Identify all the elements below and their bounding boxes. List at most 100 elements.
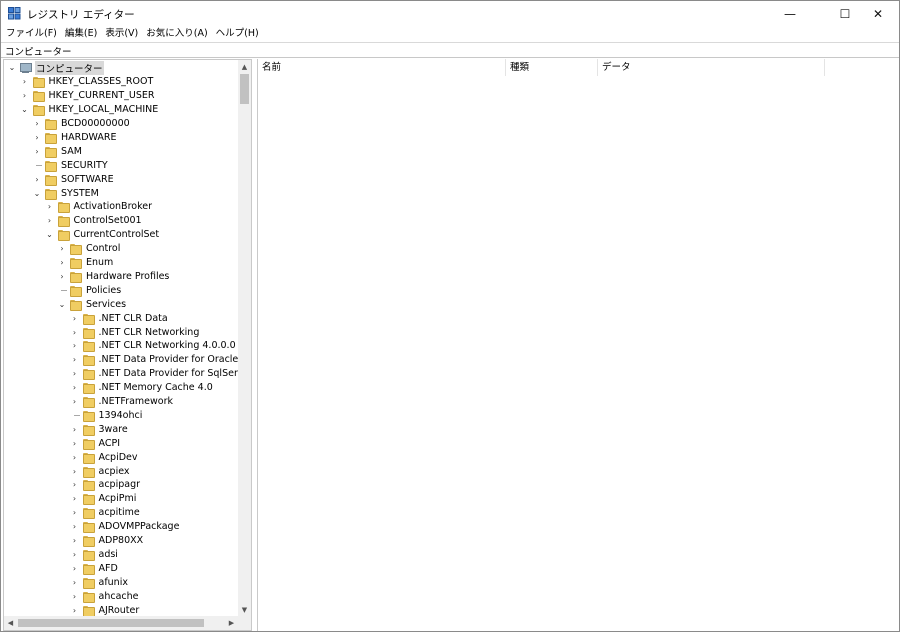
tree-node[interactable]: › Control	[56, 242, 121, 256]
chevron-right-icon[interactable]: ›	[69, 423, 81, 435]
tree-node[interactable]: › HARDWARE	[31, 131, 118, 145]
column-header-type[interactable]: 種類	[506, 59, 598, 76]
tree-node[interactable]: › adsi	[69, 548, 119, 562]
menu-favorites[interactable]: お気に入り(A)	[142, 27, 211, 42]
tree-node[interactable]: › ADP80XX	[69, 534, 145, 548]
chevron-right-icon[interactable]: ›	[69, 548, 81, 560]
menu-edit[interactable]: 編集(E)	[61, 27, 101, 42]
tree-node[interactable]: ⌄ CurrentControlSet	[44, 228, 161, 242]
scroll-left-icon[interactable]: ◀	[4, 616, 17, 630]
tree-node[interactable]: ⌄ SYSTEM	[31, 186, 100, 200]
chevron-right-icon[interactable]: ›	[31, 131, 43, 143]
tree-node[interactable]: ⌄ コンピューター	[6, 60, 104, 75]
tree-node[interactable]: ⌄ HKEY_LOCAL_MACHINE	[19, 103, 160, 117]
tree-node[interactable]: › HKEY_CLASSES_ROOT	[19, 75, 155, 89]
tree-node[interactable]: › .NETFramework	[69, 395, 175, 409]
tree-node[interactable]: › Enum	[56, 256, 114, 270]
chevron-right-icon[interactable]: ›	[69, 535, 81, 547]
scroll-up-icon[interactable]: ▲	[238, 60, 251, 73]
scroll-right-icon[interactable]: ▶	[225, 616, 238, 630]
chevron-right-icon[interactable]: ›	[69, 507, 81, 519]
tree-node[interactable]: › acpitime	[69, 506, 141, 520]
tree-node[interactable]: › AFD	[69, 561, 119, 575]
chevron-right-icon[interactable]: ›	[31, 118, 43, 130]
address-path[interactable]: コンピューター	[5, 44, 72, 58]
tree-node[interactable]: › .NET Memory Cache 4.0	[69, 381, 214, 395]
chevron-right-icon[interactable]: ›	[69, 465, 81, 477]
tree-node[interactable]: › acpiex	[69, 464, 131, 478]
tree-node[interactable]: › BCD00000000	[31, 117, 131, 131]
tree-node[interactable]: › acpipagr	[69, 478, 142, 492]
tree-node[interactable]: › Hardware Profiles	[56, 270, 170, 284]
chevron-right-icon[interactable]: ›	[69, 451, 81, 463]
chevron-down-icon[interactable]: ⌄	[44, 229, 56, 241]
chevron-right-icon[interactable]: ›	[69, 396, 81, 408]
key-tree-pane[interactable]: ⌄ コンピューター › HKEY_CLASSES_ROOT › HKEY_CURRENT_…	[3, 59, 252, 631]
chevron-right-icon[interactable]: ›	[69, 312, 81, 324]
chevron-right-icon[interactable]: ›	[31, 173, 43, 185]
chevron-right-icon[interactable]: ›	[56, 270, 68, 282]
tree-node[interactable]: ⌄ Services	[56, 297, 127, 311]
column-header-data[interactable]: データ	[598, 59, 825, 76]
chevron-down-icon[interactable]: ⌄	[19, 104, 31, 116]
chevron-right-icon[interactable]: ›	[69, 493, 81, 505]
chevron-right-icon[interactable]: ›	[56, 243, 68, 255]
chevron-right-icon[interactable]: ›	[69, 521, 81, 533]
chevron-down-icon[interactable]: ⌄	[31, 187, 43, 199]
chevron-down-icon[interactable]: ⌄	[6, 62, 18, 74]
chevron-right-icon[interactable]: ›	[56, 257, 68, 269]
chevron-right-icon[interactable]: ›	[19, 76, 31, 88]
tree-node[interactable]: 1394ohci	[69, 409, 144, 423]
chevron-right-icon[interactable]: ›	[19, 90, 31, 102]
menu-file[interactable]: ファイル(F)	[1, 27, 61, 42]
close-button[interactable]: ✕	[856, 1, 899, 27]
tree-node[interactable]: › ActivationBroker	[44, 200, 154, 214]
tree-node[interactable]: Policies	[56, 283, 122, 297]
chevron-right-icon[interactable]: ›	[69, 382, 81, 394]
tree-vertical-scrollbar[interactable]: ▲ ▼	[238, 60, 251, 616]
chevron-right-icon[interactable]: ›	[69, 437, 81, 449]
chevron-right-icon[interactable]: ›	[44, 215, 56, 227]
menu-view[interactable]: 表示(V)	[101, 27, 142, 42]
chevron-right-icon[interactable]: ›	[69, 562, 81, 574]
tree-node[interactable]: › afunix	[69, 575, 129, 589]
chevron-right-icon[interactable]: ›	[69, 479, 81, 491]
chevron-right-icon[interactable]: ›	[69, 326, 81, 338]
chevron-right-icon[interactable]: ›	[44, 201, 56, 213]
tree-node[interactable]: › .NET CLR Networking 4.0.0.0	[69, 339, 237, 353]
tree-node[interactable]: SECURITY	[31, 158, 109, 172]
chevron-right-icon[interactable]: ›	[31, 145, 43, 157]
tree-node[interactable]: › .NET CLR Networking	[69, 325, 201, 339]
tree-node[interactable]: › ahcache	[69, 589, 140, 603]
value-list-pane[interactable]: 名前 種類 データ	[257, 59, 899, 631]
chevron-right-icon[interactable]: ›	[69, 576, 81, 588]
tree-node[interactable]: › .NET Data Provider for Oracle	[69, 353, 238, 367]
tree-node[interactable]: › AcpiPmi	[69, 492, 138, 506]
tree-node[interactable]: › ControlSet001	[44, 214, 143, 228]
chevron-right-icon[interactable]: ›	[69, 604, 81, 616]
tree-node[interactable]: › 3ware	[69, 422, 129, 436]
title-bar[interactable]: レジストリ エディター — ☐ ✕	[1, 1, 899, 27]
chevron-right-icon[interactable]: ›	[69, 368, 81, 380]
address-bar[interactable]: コンピューター	[1, 42, 899, 58]
tree-node[interactable]: › .NET CLR Data	[69, 311, 169, 325]
minimize-button[interactable]: —	[768, 1, 812, 27]
tree-horizontal-scrollbar[interactable]: ◀ ▶	[4, 616, 238, 630]
tree-node[interactable]: › SAM	[31, 144, 83, 158]
column-header-name[interactable]: 名前	[258, 59, 506, 76]
chevron-right-icon[interactable]: ›	[69, 340, 81, 352]
tree-node[interactable]: › SOFTWARE	[31, 172, 115, 186]
tree-node[interactable]: › HKEY_CURRENT_USER	[19, 89, 156, 103]
vertical-scroll-thumb[interactable]	[240, 74, 249, 104]
tree-node[interactable]: › ACPI	[69, 436, 122, 450]
horizontal-scroll-thumb[interactable]	[18, 619, 204, 627]
tree-node[interactable]: › ADOVMPPackage	[69, 520, 181, 534]
menu-help[interactable]: ヘルプ(H)	[212, 27, 263, 42]
tree-node[interactable]: › AcpiDev	[69, 450, 139, 464]
tree-node[interactable]: › .NET Data Provider for SqlServer	[69, 367, 238, 381]
tree-node[interactable]: › AJRouter	[69, 603, 141, 616]
scroll-down-icon[interactable]: ▼	[238, 603, 251, 616]
chevron-right-icon[interactable]: ›	[69, 590, 81, 602]
chevron-right-icon[interactable]: ›	[69, 354, 81, 366]
chevron-down-icon[interactable]: ⌄	[56, 298, 68, 310]
